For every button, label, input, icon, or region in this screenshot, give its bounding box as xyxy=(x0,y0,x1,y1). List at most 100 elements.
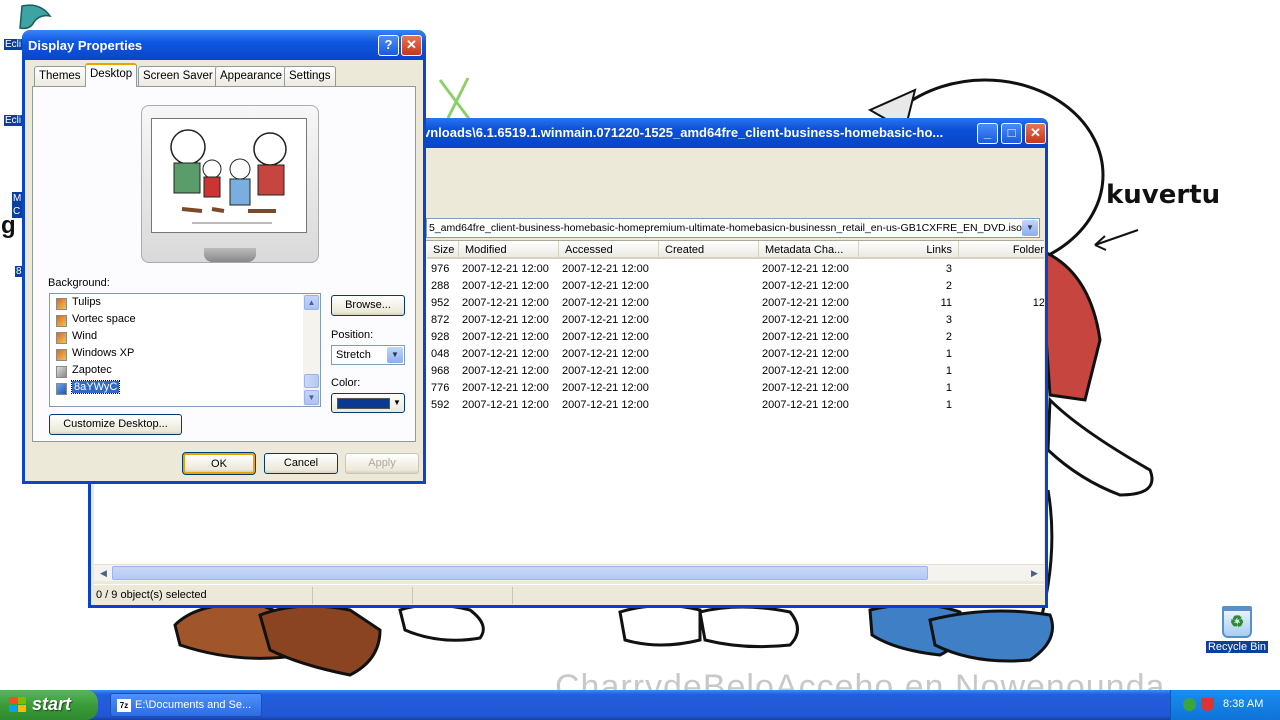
tab-desktop[interactable]: Desktop xyxy=(85,63,138,87)
cell-accessed: 2007-12-21 12:00 xyxy=(562,399,649,411)
desktop-icon-label[interactable]: Ecli xyxy=(4,39,23,50)
security-shield-icon[interactable] xyxy=(1201,698,1214,711)
cell-links: 3 xyxy=(945,263,952,275)
column-header-accessed[interactable]: Accessed xyxy=(559,241,659,259)
cell-metadata: 2007-12-21 12:00 xyxy=(762,348,849,360)
minimize-button[interactable]: _ xyxy=(977,123,998,144)
maximize-button[interactable]: □ xyxy=(1001,123,1022,144)
desktop-icon-label: g xyxy=(1,212,16,239)
chevron-right-icon[interactable]: ▶ xyxy=(1027,566,1042,580)
dialog-title[interactable]: Display Properties xyxy=(22,30,426,60)
cell-created xyxy=(662,263,762,280)
cell-metadata: 2007-12-21 12:00 xyxy=(762,382,849,394)
cell-size: 952 xyxy=(431,297,450,309)
chevron-down-icon[interactable]: ▼ xyxy=(1022,220,1038,236)
chevron-left-icon[interactable]: ◀ xyxy=(96,566,111,580)
position-select[interactable]: Stretch ▼ xyxy=(331,345,405,365)
close-button[interactable]: ✕ xyxy=(401,35,422,56)
network-icon[interactable] xyxy=(1183,698,1196,711)
column-header-links[interactable]: Links xyxy=(859,241,959,259)
cell-folder xyxy=(959,348,1044,365)
cell-modified: 2007-12-21 12:00 xyxy=(462,382,549,394)
chevron-down-icon[interactable]: ▼ xyxy=(387,347,403,363)
recycle-bin[interactable]: ♻ Recycle Bin xyxy=(1204,606,1270,653)
customize-desktop-button[interactable]: Customize Desktop... xyxy=(49,414,182,435)
taskbar-item-label: E:\Documents and Se... xyxy=(135,699,252,711)
chevron-up-icon[interactable]: ▲ xyxy=(304,295,319,310)
cell-size: 976 xyxy=(431,263,450,275)
address-bar[interactable]: 5_amd64fre_client-business-homebasic-hom… xyxy=(426,218,1040,238)
cell-accessed: 2007-12-21 12:00 xyxy=(562,331,649,343)
cell-folder xyxy=(959,280,1044,297)
horizontal-scrollbar[interactable]: ◀ ▶ xyxy=(94,564,1044,581)
chevron-down-icon: ▼ xyxy=(393,398,401,407)
help-button[interactable]: ? xyxy=(378,35,399,56)
cell-metadata: 2007-12-21 12:00 xyxy=(762,399,849,411)
list-item[interactable]: Zapotec xyxy=(56,364,112,380)
cell-metadata: 2007-12-21 12:00 xyxy=(762,280,849,292)
cell-created xyxy=(662,331,762,348)
recycle-bin-icon: ♻ xyxy=(1222,606,1252,638)
cell-size: 776 xyxy=(431,382,450,394)
cancel-button[interactable]: Cancel xyxy=(264,453,338,474)
cell-links: 3 xyxy=(945,314,952,326)
windows-flag-icon xyxy=(9,697,27,713)
column-header-metadata[interactable]: Metadata Cha... xyxy=(759,241,859,259)
cell-modified: 2007-12-21 12:00 xyxy=(462,297,549,309)
cell-links: 1 xyxy=(945,399,952,411)
cell-links: 11 xyxy=(940,297,952,309)
color-picker-button[interactable]: ▼ xyxy=(331,393,405,413)
cell-size: 288 xyxy=(431,280,450,292)
status-text: 0 / 9 object(s) selected xyxy=(96,589,207,601)
color-swatch xyxy=(337,398,390,409)
apply-button[interactable]: Apply xyxy=(345,453,419,474)
close-button[interactable]: ✕ xyxy=(1025,123,1046,144)
list-item-selected[interactable]: 8aYWyC xyxy=(56,380,121,397)
cell-folder xyxy=(959,331,1044,348)
list-item[interactable]: Vortec space xyxy=(56,313,136,329)
cell-metadata: 2007-12-21 12:00 xyxy=(762,365,849,377)
cell-accessed: 2007-12-21 12:00 xyxy=(562,365,649,377)
cell-folder xyxy=(959,365,1044,382)
tab-screen-saver[interactable]: Screen Saver xyxy=(138,66,218,86)
browse-button[interactable]: Browse... xyxy=(331,295,405,316)
chevron-down-icon[interactable]: ▼ xyxy=(304,390,319,405)
tab-appearance[interactable]: Appearance xyxy=(215,66,288,86)
column-header-modified[interactable]: Modified xyxy=(459,241,559,259)
scrollbar-thumb[interactable] xyxy=(304,374,319,388)
taskbar-item[interactable]: 7z E:\Documents and Se... xyxy=(110,693,262,717)
list-item[interactable]: Windows XP xyxy=(56,347,134,363)
desktop-icon-label[interactable]: Ecli xyxy=(4,115,23,126)
clock[interactable]: 8:38 AM xyxy=(1223,698,1263,710)
cell-folder xyxy=(959,399,1044,416)
cell-links: 2 xyxy=(945,331,952,343)
list-item[interactable]: Wind xyxy=(56,330,97,346)
cell-created xyxy=(662,314,762,331)
cell-created xyxy=(662,365,762,382)
cell-created xyxy=(662,399,762,416)
monitor-preview xyxy=(141,105,319,263)
tab-settings[interactable]: Settings xyxy=(284,66,336,86)
wallpaper-caption: kuvertu xyxy=(1106,180,1221,210)
tab-themes[interactable]: Themes xyxy=(34,66,86,86)
scrollbar-thumb[interactable] xyxy=(112,566,928,580)
ok-button[interactable]: OK xyxy=(182,452,256,475)
cell-size: 928 xyxy=(431,331,450,343)
list-item[interactable]: Tulips xyxy=(56,296,101,312)
address-path: 5_amd64fre_client-business-homebasic-hom… xyxy=(429,222,1025,234)
cell-links: 1 xyxy=(945,348,952,360)
column-header-size[interactable]: Size xyxy=(427,241,459,259)
start-button[interactable]: start xyxy=(0,690,98,720)
vertical-scrollbar[interactable]: ▲ ▼ xyxy=(303,294,320,406)
cell-size: 592 xyxy=(431,399,450,411)
taskbar: start 7z E:\Documents and Se... 8:38 AM xyxy=(0,690,1280,720)
cell-created xyxy=(662,297,762,314)
cell-accessed: 2007-12-21 12:00 xyxy=(562,314,649,326)
cell-links: 1 xyxy=(945,382,952,394)
column-header-created[interactable]: Created xyxy=(659,241,759,259)
column-header-folder[interactable]: Folder xyxy=(959,241,1044,259)
background-list[interactable]: Tulips Vortec space Wind Windows XP Zapo… xyxy=(49,293,321,407)
background-label: Background: xyxy=(48,277,110,289)
cell-folder xyxy=(959,263,1044,280)
cell-size: 872 xyxy=(431,314,450,326)
